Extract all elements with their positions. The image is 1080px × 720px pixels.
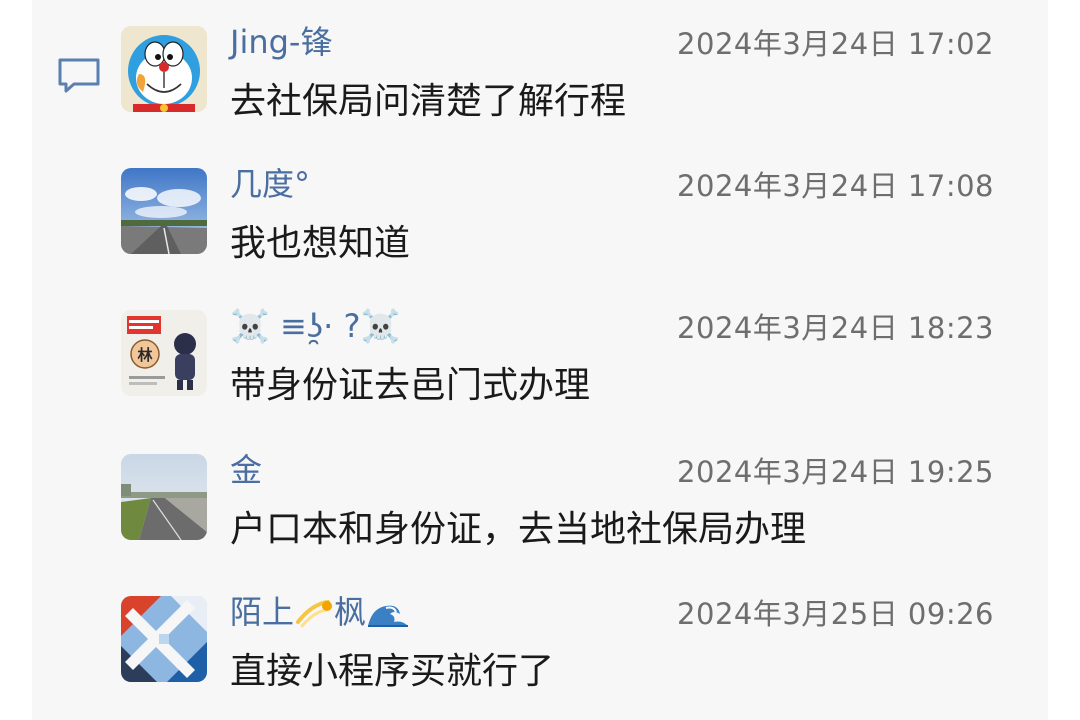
avatar[interactable] — [121, 454, 207, 540]
comment-timestamp: 2024年3月24日 17:08 — [677, 169, 994, 203]
comment-text: 直接小程序买就行了 — [230, 651, 555, 692]
commenter-name[interactable]: Jing-锋 — [230, 22, 332, 62]
comment-timestamp: 2024年3月24日 17:02 — [677, 27, 994, 61]
geometric-avatar-icon — [121, 596, 207, 682]
avatar[interactable] — [121, 168, 207, 254]
commenter-name-part: 枫 — [334, 593, 367, 631]
svg-text:林: 林 — [137, 346, 153, 364]
doraemon-avatar-icon — [121, 26, 207, 112]
comment-timestamp: 2024年3月25日 09:26 — [677, 597, 994, 631]
comment-text: 户口本和身份证，去当地社保局办理 — [230, 509, 807, 550]
sky-road-avatar-icon — [121, 168, 207, 254]
commenter-name[interactable]: 几度° — [230, 164, 310, 204]
avatar[interactable] — [121, 26, 207, 112]
commenter-name[interactable]: 金 — [230, 450, 262, 490]
commenter-name[interactable]: 陌上 枫 — [230, 592, 410, 632]
comment-text: 带身份证去邑门式办理 — [230, 365, 591, 406]
avatar[interactable] — [121, 596, 207, 682]
road-avatar-icon — [121, 454, 207, 540]
comment-text: 我也想知道 — [230, 223, 411, 264]
comment-item: 几度° 2024年3月24日 17:08 我也想知道 — [0, 142, 1080, 272]
comment-timestamp: 2024年3月24日 18:23 — [677, 311, 994, 345]
comment-timestamp: 2024年3月24日 19:25 — [677, 455, 994, 489]
comment-text: 去社保局问清楚了解行程 — [230, 81, 627, 122]
comet-emoji-icon — [296, 600, 333, 628]
avatar[interactable]: 林 — [121, 310, 207, 396]
comment-item: Jing-锋 2024年3月24日 17:02 去社保局问清楚了解行程 — [0, 0, 1080, 130]
comment-item: 陌上 枫 2024年3月25日 09:26 直接小程序买就行了 — [0, 570, 1080, 700]
commenter-name[interactable]: ☠️ ≡ʖ̯· ?☠️ — [230, 306, 400, 346]
wave-emoji-icon — [368, 605, 409, 627]
commenter-name-part: 陌上 — [230, 593, 295, 631]
lin-sticker-avatar-icon: 林 — [121, 310, 207, 396]
comment-item: 林 ☠️ ≡ʖ̯· ?☠️ 2024年3月24日 18:23 带身份证去邑门式办… — [0, 284, 1080, 414]
comment-item: 金 2024年3月24日 19:25 户口本和身份证，去当地社保局办理 — [0, 428, 1080, 558]
